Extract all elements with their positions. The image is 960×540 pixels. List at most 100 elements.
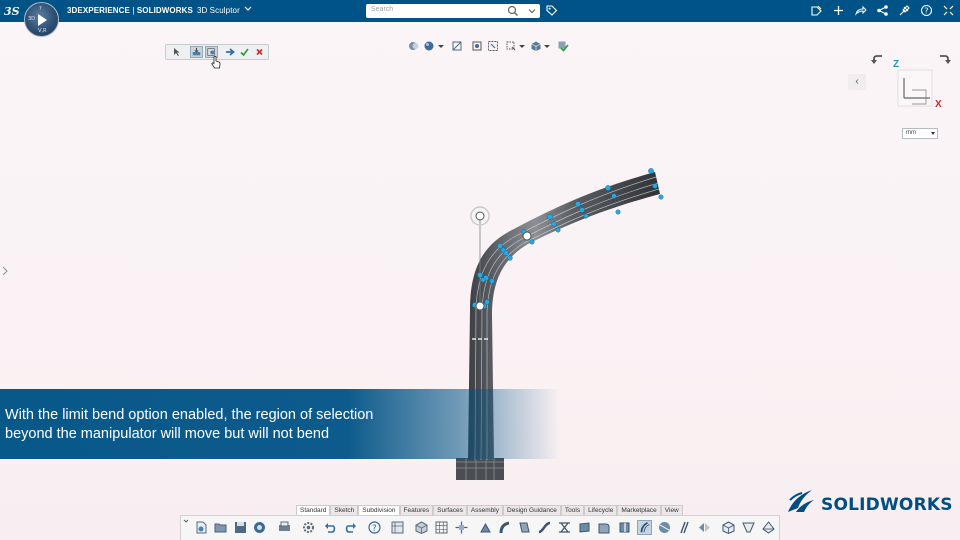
- tab-view[interactable]: View: [660, 505, 683, 515]
- triad-x-label: X: [935, 99, 942, 110]
- help-icon[interactable]: ?: [367, 520, 382, 535]
- ds-brand-logo-icon: [788, 490, 814, 512]
- redo-icon[interactable]: [343, 520, 358, 535]
- sphere-icon[interactable]: [657, 520, 672, 535]
- display-style-icon[interactable]: [423, 40, 435, 52]
- apply-changes-icon[interactable]: [557, 40, 569, 52]
- manipulator-handle[interactable]: [475, 211, 485, 221]
- torus-icon[interactable]: [761, 520, 776, 535]
- bend-icon[interactable]: [497, 520, 512, 535]
- brand-prefix: 3DEXPERIENCE: [67, 6, 130, 15]
- tools-icon[interactable]: [898, 4, 911, 17]
- mirror-icon[interactable]: [697, 520, 712, 535]
- compass-collapse-icon[interactable]: [942, 4, 955, 17]
- save-as-icon[interactable]: [252, 520, 267, 535]
- tab-subdivision[interactable]: Subdivision: [358, 505, 400, 515]
- tab-standard[interactable]: Standard: [296, 505, 331, 515]
- curve-icon[interactable]: [637, 520, 652, 535]
- command-tabs: Standard Sketch Subdivision Features Sur…: [296, 505, 683, 515]
- cone-icon[interactable]: [741, 520, 756, 535]
- ok-icon[interactable]: [238, 46, 251, 58]
- open-icon[interactable]: [213, 520, 228, 535]
- view-orientation-icon[interactable]: [408, 40, 420, 52]
- tab-sketch[interactable]: Sketch: [330, 505, 359, 515]
- tag-icon[interactable]: [545, 4, 558, 17]
- play-icon: [38, 14, 47, 26]
- brand-product: SOLIDWORKS: [136, 6, 193, 15]
- grid-icon[interactable]: [434, 520, 449, 535]
- chevron-left-icon: ‹: [855, 76, 859, 87]
- fillet-icon[interactable]: [597, 520, 612, 535]
- options-icon[interactable]: [301, 520, 316, 535]
- move-face-icon[interactable]: [454, 520, 469, 535]
- command-bar-chevron-icon[interactable]: [183, 518, 189, 524]
- box-icon[interactable]: [414, 520, 429, 535]
- left-panel-handle-icon[interactable]: [2, 266, 8, 276]
- mouse-cursor-icon: [211, 56, 221, 69]
- compass-left-label: 3D: [28, 16, 36, 22]
- new-icon[interactable]: [194, 520, 209, 535]
- view-triad[interactable]: Z X: [890, 54, 946, 110]
- unit-select-chevron-icon: [931, 132, 935, 135]
- app-title[interactable]: 3DEXPERIENCE | SOLIDWORKS 3D Sculptor: [67, 6, 252, 15]
- unit-select[interactable]: mm: [902, 128, 938, 139]
- tab-lifecycle[interactable]: Lifecycle: [584, 505, 618, 515]
- compass-top-label: ?: [39, 6, 42, 12]
- tab-assembly[interactable]: Assembly: [466, 505, 504, 515]
- bridge-icon[interactable]: [557, 520, 572, 535]
- search-input[interactable]: Search: [371, 6, 393, 13]
- command-bar: ?: [180, 515, 780, 540]
- svg-text:?: ?: [924, 6, 928, 15]
- save-icon[interactable]: [233, 520, 248, 535]
- tab-features[interactable]: Features: [399, 505, 434, 515]
- fill-icon[interactable]: [517, 520, 532, 535]
- compass-button[interactable]: ? 3D V,R: [24, 2, 59, 37]
- next-icon[interactable]: [224, 46, 237, 58]
- tab-design-guidance[interactable]: Design Guidance: [503, 505, 561, 515]
- extrude-icon[interactable]: [478, 520, 493, 535]
- search-box[interactable]: Search: [366, 4, 540, 18]
- top-bar: 3S 3DEXPERIENCE | SOLIDWORKS 3D Sculptor …: [0, 0, 960, 22]
- tab-marketplace[interactable]: Marketplace: [617, 505, 661, 515]
- cut-icon[interactable]: [617, 520, 632, 535]
- view-cube-chevron-icon[interactable]: [541, 40, 553, 52]
- print-icon[interactable]: [277, 520, 292, 535]
- brand-text: SOLIDWORKS: [821, 495, 953, 515]
- compose-icon[interactable]: [810, 4, 823, 17]
- tutorial-caption: With the limit bend option enabled, the …: [0, 389, 560, 459]
- display-style-chevron-icon[interactable]: [435, 40, 447, 52]
- section-icon[interactable]: [451, 40, 463, 52]
- rebuild-icon[interactable]: [390, 520, 405, 535]
- undo-icon[interactable]: [323, 520, 338, 535]
- add-icon[interactable]: [832, 4, 845, 17]
- model-base[interactable]: [456, 458, 504, 480]
- limit-bend-icon[interactable]: [190, 46, 203, 58]
- selection-filter-chevron-icon[interactable]: [516, 40, 528, 52]
- tab-surfaces[interactable]: Surfaces: [433, 505, 467, 515]
- zoom-area-icon[interactable]: [487, 40, 499, 52]
- compass-bottom-label: V,R: [38, 28, 47, 34]
- panel-collapse-button[interactable]: ‹: [848, 74, 866, 90]
- zoom-fit-icon[interactable]: [471, 40, 483, 52]
- svg-text:3S: 3S: [4, 5, 20, 18]
- manipulator-point-lower[interactable]: [475, 301, 485, 311]
- network-icon[interactable]: [876, 4, 889, 17]
- triad-z-label: Z: [893, 59, 899, 70]
- share-icon[interactable]: [854, 4, 867, 17]
- cube-icon[interactable]: [721, 520, 736, 535]
- help-icon[interactable]: ?: [920, 4, 933, 17]
- search-options-chevron-icon[interactable]: [526, 5, 538, 17]
- solidworks-brand: SOLIDWORKS: [784, 486, 952, 516]
- svg-text:?: ?: [372, 524, 377, 534]
- tab-tools[interactable]: Tools: [560, 505, 585, 515]
- sweep-icon[interactable]: [537, 520, 552, 535]
- loft-icon[interactable]: [577, 520, 592, 535]
- cancel-icon[interactable]: [253, 46, 266, 58]
- search-icon[interactable]: [507, 5, 519, 17]
- select-icon[interactable]: [170, 46, 183, 58]
- view-toolbar: [408, 39, 572, 54]
- stripe-icon[interactable]: [677, 520, 692, 535]
- ds-logo-icon: 3S: [4, 5, 20, 18]
- rotate-left-icon[interactable]: [870, 52, 884, 66]
- manipulator-point-upper[interactable]: [522, 231, 532, 241]
